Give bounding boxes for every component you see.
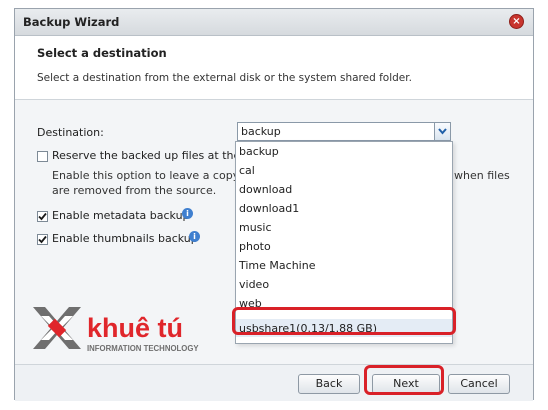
dropdown-option[interactable]: backup xyxy=(239,145,279,158)
usbshare-highlight-box xyxy=(232,307,456,335)
destination-value[interactable]: backup xyxy=(241,125,281,138)
checkmark-icon xyxy=(38,212,47,221)
khue-tu-logo-icon: khuê tú INFORMATION TECHNOLOGY xyxy=(33,307,199,353)
dropdown-option[interactable]: download1 xyxy=(239,202,299,215)
reserve-checkbox[interactable] xyxy=(37,151,48,162)
dropdown-option[interactable]: cal xyxy=(239,164,255,177)
wizard-header: Select a destination Select a destinatio… xyxy=(15,36,533,100)
dropdown-option[interactable]: download xyxy=(239,183,292,196)
svg-text:khuê tú: khuê tú xyxy=(87,313,183,343)
checkmark-icon xyxy=(38,235,47,244)
wizard-footer: Back Next Cancel xyxy=(15,364,533,401)
metadata-label: Enable metadata backup xyxy=(52,209,190,222)
reserve-help-text: Enable this option to leave a copy o xyxy=(52,169,250,182)
cancel-button[interactable]: Cancel xyxy=(448,374,510,394)
step-title: Select a destination xyxy=(37,46,167,60)
close-icon[interactable]: × xyxy=(509,14,524,29)
back-button[interactable]: Back xyxy=(298,374,360,394)
backup-wizard-window: Backup Wizard × Select a destination Sel… xyxy=(14,8,534,401)
reserve-label: Reserve the backed up files at the d xyxy=(52,149,251,162)
reserve-help-text-2: are removed from the source. xyxy=(52,184,217,197)
destination-label: Destination: xyxy=(37,126,104,139)
dropdown-option[interactable]: Time Machine xyxy=(239,259,315,272)
destination-combobox[interactable]: backup xyxy=(237,122,451,141)
chevron-down-icon[interactable] xyxy=(434,123,450,140)
title-bar: Backup Wizard × xyxy=(15,9,533,36)
svg-text:INFORMATION TECHNOLOGY: INFORMATION TECHNOLOGY xyxy=(87,344,199,353)
dropdown-option[interactable]: video xyxy=(239,278,269,291)
step-description: Select a destination from the external d… xyxy=(37,72,412,84)
watermark-logo: khuê tú INFORMATION TECHNOLOGY xyxy=(29,301,229,357)
window-title: Backup Wizard xyxy=(23,15,120,29)
next-highlight-box xyxy=(364,365,444,395)
thumbnails-label: Enable thumbnails backup xyxy=(52,232,198,245)
metadata-checkbox[interactable] xyxy=(37,211,48,222)
info-icon[interactable]: i xyxy=(182,208,193,219)
thumbnails-checkbox[interactable] xyxy=(37,234,48,245)
dropdown-option[interactable]: music xyxy=(239,221,272,234)
reserve-help-text-tail: when files xyxy=(454,169,510,182)
info-icon[interactable]: i xyxy=(189,231,200,242)
dropdown-option[interactable]: photo xyxy=(239,240,271,253)
